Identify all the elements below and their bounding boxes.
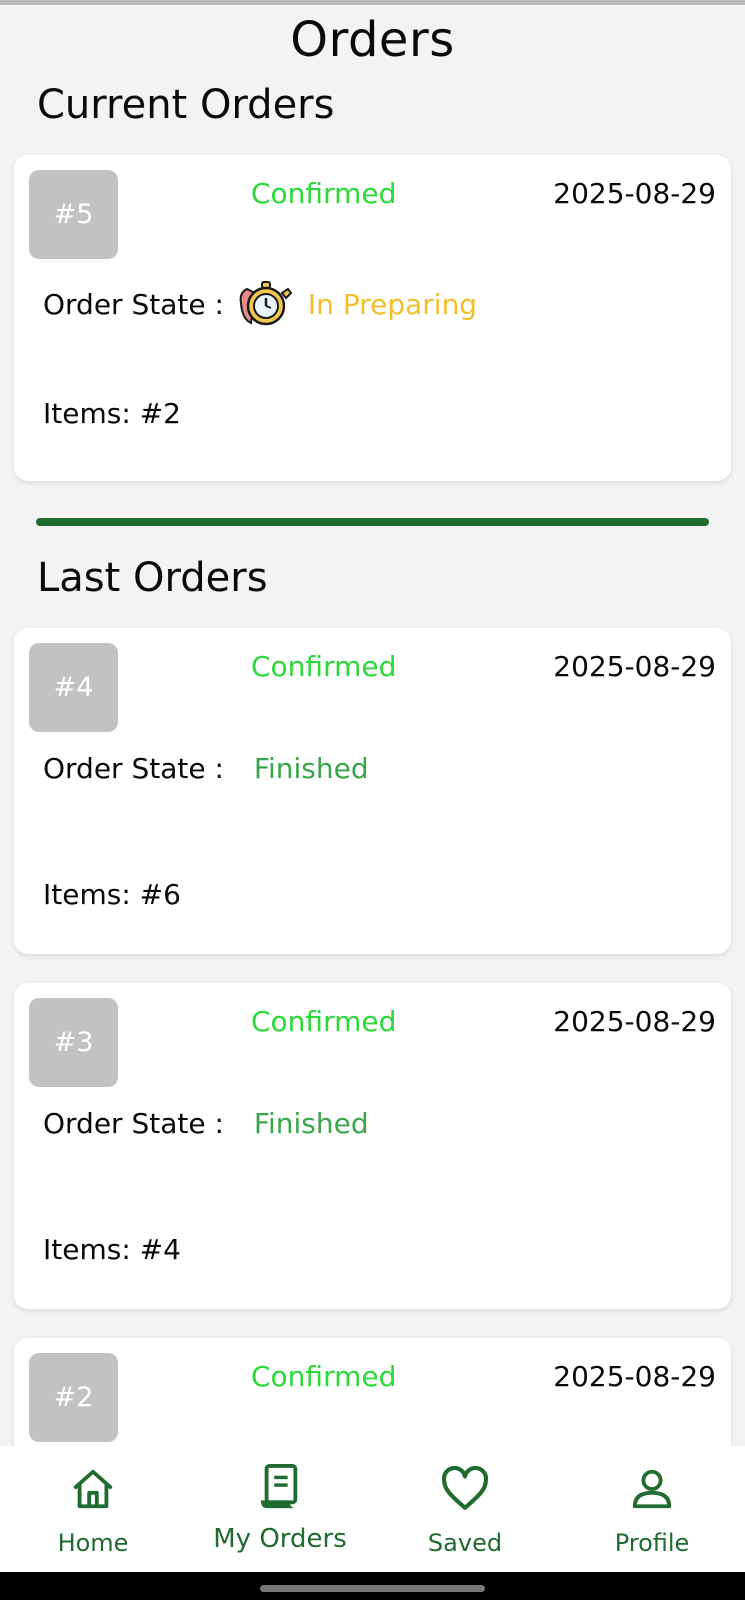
nav-home[interactable]: Home [37, 1446, 149, 1572]
order-status: Confirmed [251, 650, 397, 683]
order-state-value: In Preparing [307, 287, 478, 321]
order-card[interactable]: #4 Confirmed 2025-08-29 Order State : Fi… [14, 628, 731, 954]
home-indicator[interactable] [260, 1585, 485, 1592]
nav-saved[interactable]: Saved [410, 1446, 520, 1572]
nav-my-orders[interactable]: My Orders [205, 1446, 355, 1572]
order-date: 2025-08-29 [553, 650, 716, 683]
section-divider [36, 518, 709, 526]
last-orders-title: Last Orders [37, 555, 268, 601]
orders-icon [260, 1464, 298, 1509]
order-date: 2025-08-29 [553, 1360, 716, 1393]
bottom-navigation: Home My Orders Saved Profile [0, 1446, 745, 1572]
page-title: Orders [290, 12, 455, 68]
nav-saved-label: Saved [427, 1529, 503, 1557]
order-status: Confirmed [251, 177, 397, 210]
home-icon [73, 1469, 113, 1509]
order-state-label: Order State : [43, 287, 224, 321]
stopwatch-icon [238, 279, 294, 329]
order-card[interactable]: #3 Confirmed 2025-08-29 Order State : Fi… [14, 983, 731, 1309]
order-state-row: Order State : In Preparing [43, 279, 477, 329]
heart-icon [441, 1466, 489, 1510]
order-state-label: Order State : [43, 1107, 224, 1140]
order-number-badge: #2 [29, 1353, 118, 1442]
order-status: Confirmed [251, 1360, 397, 1393]
order-date: 2025-08-29 [553, 1005, 716, 1038]
order-items-count: Items: #6 [43, 878, 181, 911]
current-orders-title: Current Orders [37, 82, 335, 128]
nav-my-orders-label: My Orders [213, 1524, 347, 1554]
top-edge [0, 0, 745, 5]
order-card[interactable]: #5 Confirmed 2025-08-29 Order State : In… [14, 155, 731, 481]
order-items-count: Items: #4 [43, 1233, 181, 1266]
order-status: Confirmed [251, 1005, 397, 1038]
order-number-badge: #3 [29, 998, 118, 1087]
order-number-badge: #5 [29, 170, 118, 259]
order-state-row: Order State : Finished [43, 752, 369, 785]
order-state-row: Order State : Finished [43, 1107, 369, 1140]
order-state-value: Finished [253, 1107, 369, 1140]
profile-icon [632, 1469, 672, 1509]
nav-profile-label: Profile [614, 1529, 690, 1557]
nav-profile[interactable]: Profile [597, 1446, 707, 1572]
order-date: 2025-08-29 [553, 177, 716, 210]
order-number-badge: #4 [29, 643, 118, 732]
nav-home-label: Home [57, 1529, 129, 1557]
order-state-label: Order State : [43, 752, 224, 785]
order-items-count: Items: #2 [43, 397, 181, 430]
order-state-value: Finished [253, 752, 369, 785]
